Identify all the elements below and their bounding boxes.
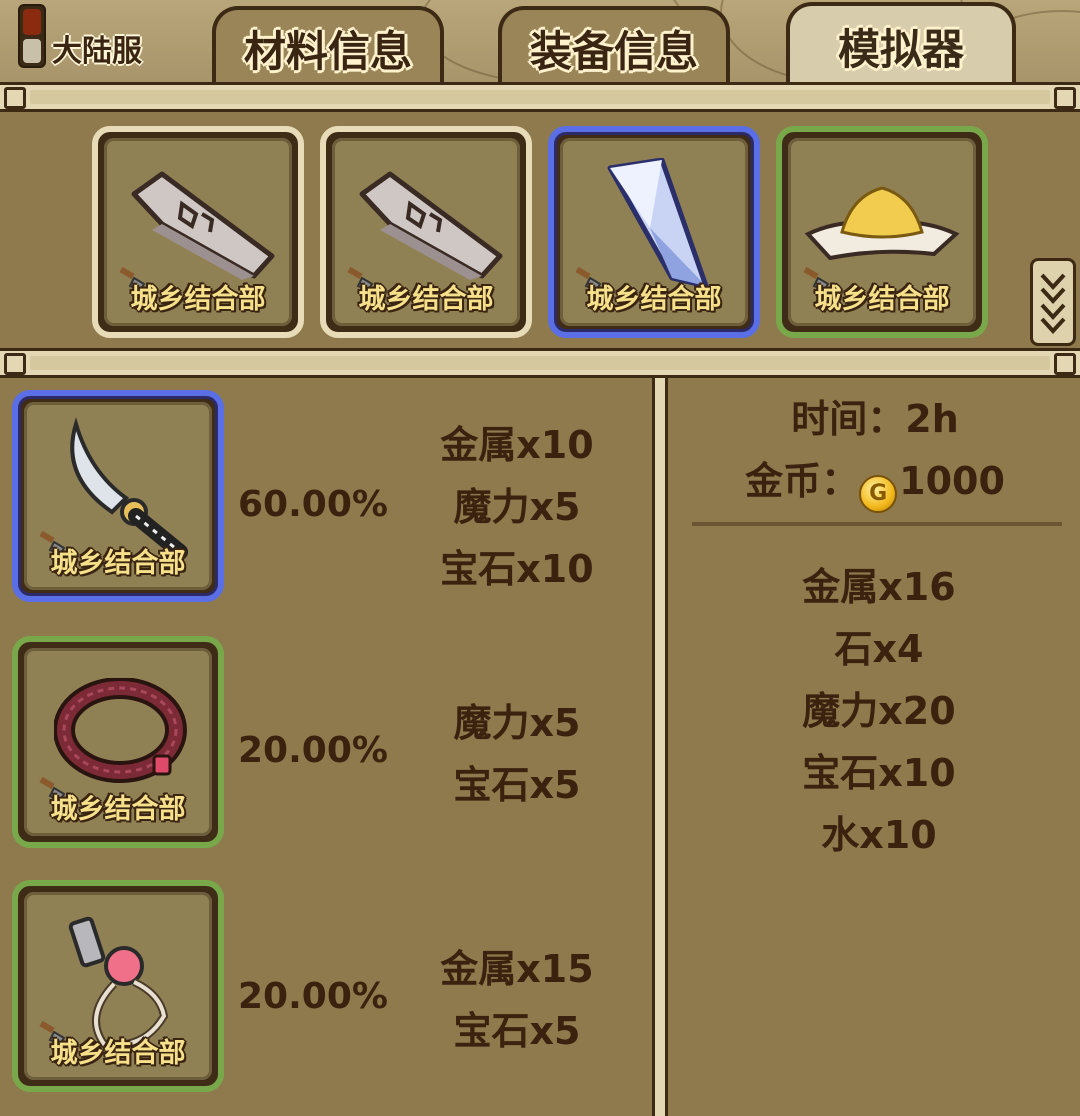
outcome-chance: 20.00%	[238, 730, 388, 771]
tab-equipment-info[interactable]: 装备信息	[498, 6, 730, 86]
total-material-item: 金属x16	[802, 565, 956, 609]
source-tag: 城乡结合部	[50, 548, 186, 579]
tab-label: 装备信息	[529, 26, 698, 76]
source-tag: 城乡结合部	[586, 284, 722, 315]
slot-well: 城乡结合部	[788, 138, 976, 326]
total-materials-list: 金属x16 石x4 魔力x20 宝石x10 水x10	[670, 556, 1080, 866]
total-material-item: 宝石x10	[802, 751, 956, 795]
server-toggle[interactable]	[18, 4, 46, 68]
chevron-double-down-icon	[1040, 273, 1066, 334]
time-label: 时间：2h	[791, 397, 959, 441]
outcome-slot-2[interactable]: 城乡结合部	[12, 636, 224, 848]
tab-simulator[interactable]: 模拟器	[786, 2, 1016, 86]
requirement-item: 宝石x10	[440, 547, 594, 591]
source-tag: 城乡结合部	[130, 284, 266, 315]
panel-divider	[652, 378, 668, 1116]
top-rail	[0, 82, 1080, 112]
source-tag: 城乡结合部	[358, 284, 494, 315]
material-slot-3[interactable]: 城乡结合部	[548, 126, 760, 338]
requirement-item: 金属x15	[440, 947, 594, 991]
total-material-item: 石x4	[834, 627, 924, 671]
outcome-chance: 60.00%	[238, 484, 388, 525]
requirement-item: 魔力x5	[453, 701, 581, 745]
source-tag: 城乡结合部	[814, 284, 950, 315]
gold-label: 金币：	[745, 459, 860, 503]
tab-material-info[interactable]: 材料信息	[212, 6, 444, 86]
tab-label: 模拟器	[837, 24, 964, 74]
slot-well: 城乡结合部	[104, 138, 292, 326]
summary-divider	[692, 522, 1062, 526]
outcome-requirements: 金属x10 魔力x5 宝石x10	[418, 414, 616, 600]
requirement-item: 金属x10	[440, 423, 594, 467]
sand-pile-icon	[804, 186, 960, 261]
outcome-slot-3[interactable]: 城乡结合部	[12, 880, 224, 1092]
server-label[interactable]: 大陆服	[52, 26, 142, 70]
slot-well: 城乡结合部	[24, 402, 212, 590]
tab-label: 材料信息	[243, 26, 412, 76]
middle-rail	[0, 348, 1080, 378]
outcome-slot-1[interactable]: 城乡结合部	[12, 390, 224, 602]
toggle-knob-inactive	[23, 39, 41, 63]
slot-well: 城乡结合部	[332, 138, 520, 326]
gold-cost: 金币： G 1000	[670, 450, 1080, 513]
source-tag: 城乡结合部	[50, 1038, 186, 1069]
rail-cap	[1054, 87, 1076, 109]
material-slot-1[interactable]: 城乡结合部	[92, 126, 304, 338]
slot-well: 城乡结合部	[24, 648, 212, 836]
gold-value: 1000	[899, 459, 1005, 503]
slot-well: 城乡结合部	[560, 138, 748, 326]
rail-cap	[1054, 353, 1076, 375]
rail-groove	[30, 90, 1050, 104]
material-slot-2[interactable]: 城乡结合部	[320, 126, 532, 338]
toggle-knob-active	[23, 9, 41, 35]
bracelet-icon	[54, 678, 187, 783]
source-tag: 城乡结合部	[50, 794, 186, 825]
rail-cap	[4, 353, 26, 375]
outcome-requirements: 金属x15 宝石x5	[418, 938, 616, 1062]
requirement-item: 宝石x5	[453, 1009, 581, 1053]
requirement-item: 宝石x5	[453, 763, 581, 807]
gold-coin-icon: G	[859, 475, 898, 513]
total-material-item: 水x10	[821, 813, 937, 857]
rail-cap	[4, 87, 26, 109]
rail-groove	[30, 356, 1050, 370]
requirement-item: 魔力x5	[453, 485, 581, 529]
total-material-item: 魔力x20	[802, 689, 956, 733]
slot-well: 城乡结合部	[24, 892, 212, 1080]
outcome-chance: 20.00%	[238, 976, 388, 1017]
outcome-requirements: 魔力x5 宝石x5	[418, 692, 616, 816]
material-slot-4[interactable]: 城乡结合部	[776, 126, 988, 338]
scroll-down-button[interactable]	[1030, 258, 1076, 346]
